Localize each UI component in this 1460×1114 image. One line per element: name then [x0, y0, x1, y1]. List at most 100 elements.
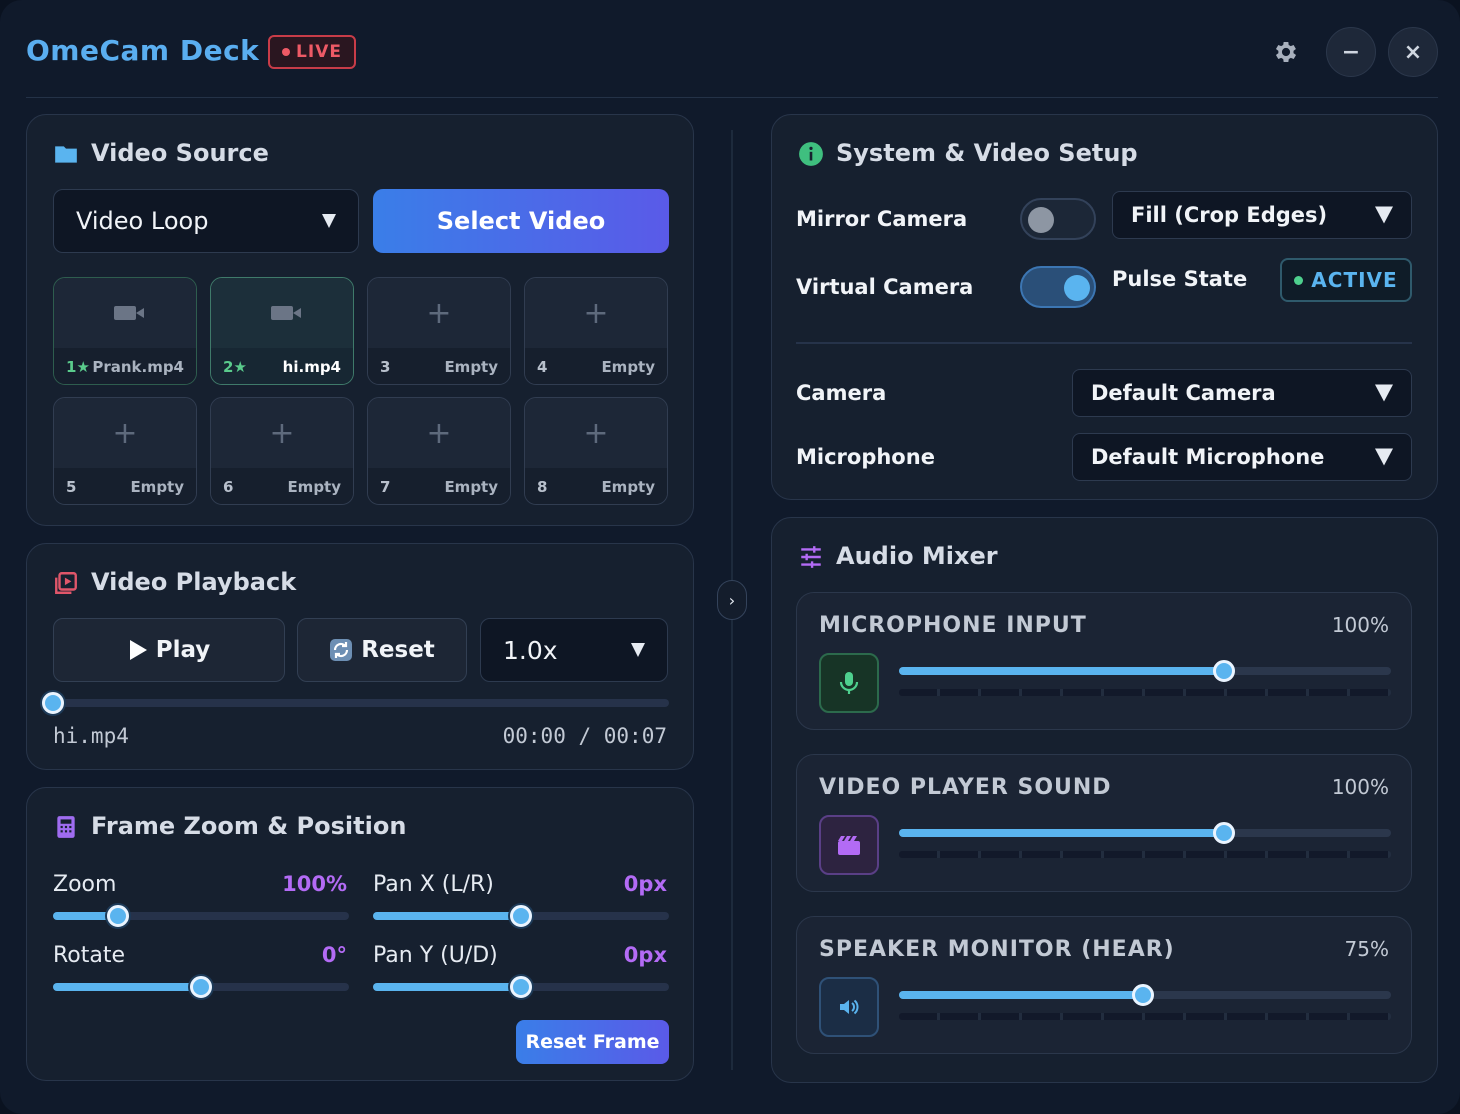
minimize-button[interactable]: −	[1326, 27, 1376, 77]
slot-footer: 8 Empty	[525, 468, 667, 504]
rotate-slider[interactable]	[53, 976, 349, 998]
channel-volume-fill	[899, 667, 1224, 675]
slot-footer: 5 Empty	[54, 468, 196, 504]
toggle-knob	[1064, 275, 1090, 301]
microphone-select[interactable]: Default Microphone	[1072, 433, 1412, 481]
microphone-icon[interactable]	[819, 653, 879, 713]
speaker-icon[interactable]	[819, 977, 879, 1037]
plus-icon: +	[269, 415, 295, 451]
rotate-slider-knob[interactable]	[190, 976, 212, 998]
slot-filename: Empty	[444, 478, 498, 496]
channel-volume-knob[interactable]	[1212, 822, 1235, 844]
speed-select[interactable]: 1.0x	[480, 618, 668, 682]
slot-filename: Empty	[444, 358, 498, 376]
plus-icon: +	[583, 415, 609, 451]
chevron-right-icon: ›	[728, 590, 736, 610]
pan-y-value: 0px	[623, 943, 667, 967]
fit-mode-value: Fill (Crop Edges)	[1131, 203, 1328, 227]
collapse-panel-button[interactable]: ›	[717, 580, 747, 620]
slot-footer: 3 Empty	[368, 348, 510, 384]
zoom-slider[interactable]	[53, 905, 349, 927]
pan-x-slider-knob[interactable]	[510, 905, 532, 927]
chevron-down-icon	[1375, 206, 1393, 224]
slot-number-text: 8	[537, 478, 548, 496]
zoom-slider-knob[interactable]	[107, 905, 130, 927]
virtual-camera-toggle[interactable]	[1020, 266, 1096, 308]
live-badge: LIVE	[268, 35, 356, 69]
slot-preview: +	[368, 398, 510, 468]
reset-frame-button[interactable]: Reset Frame	[516, 1020, 669, 1064]
info-icon	[799, 142, 823, 166]
mirror-camera-toggle[interactable]	[1020, 198, 1096, 240]
close-button[interactable]: ×	[1388, 27, 1438, 77]
play-button[interactable]: Play	[53, 618, 285, 682]
channel-volume-slider[interactable]	[899, 660, 1391, 682]
pan-x-label: Pan X (L/R)	[373, 872, 494, 897]
slot-number: 2★	[223, 358, 247, 376]
live-badge-label: LIVE	[296, 42, 342, 62]
mixer-channel: VIDEO PLAYER SOUND 100%	[796, 754, 1412, 892]
pan-x-slider-fill	[373, 912, 521, 920]
star-icon: ★	[233, 358, 247, 376]
slot-preview: +	[525, 278, 667, 348]
pan-x-slider[interactable]	[373, 905, 669, 927]
current-filename: hi.mp4	[53, 724, 129, 748]
video-playback-panel: Video Playback Play Reset 1.0x hi.mp4 00…	[26, 543, 694, 770]
channel-volume-knob[interactable]	[1131, 984, 1154, 1006]
playback-progress-slider[interactable]	[42, 692, 669, 714]
status-dot-icon	[1294, 275, 1304, 285]
camera-select[interactable]: Default Camera	[1072, 369, 1412, 417]
progress-knob[interactable]	[42, 692, 64, 714]
reset-button[interactable]: Reset	[297, 618, 467, 682]
pulse-status-badge: ACTIVE	[1280, 258, 1412, 302]
channel-level-meter	[899, 689, 1391, 696]
channel-volume-knob[interactable]	[1212, 660, 1235, 682]
pan-y-slider-fill	[373, 983, 521, 991]
plus-icon: +	[426, 415, 452, 451]
channel-volume-fill	[899, 991, 1143, 999]
channel-volume-value: 75%	[1344, 937, 1389, 961]
fit-mode-select[interactable]: Fill (Crop Edges)	[1112, 191, 1412, 239]
slot-footer: 2★ hi.mp4	[211, 348, 353, 384]
select-video-button[interactable]: Select Video	[373, 189, 669, 253]
video-slot-2[interactable]: 2★ hi.mp4	[210, 277, 354, 385]
slot-number: 8	[537, 478, 547, 496]
channel-name: VIDEO PLAYER SOUND	[819, 775, 1112, 800]
gear-icon[interactable]	[1272, 38, 1300, 66]
mixer-channel: MICROPHONE INPUT 100%	[796, 592, 1412, 730]
slot-preview	[211, 278, 353, 348]
video-slot-3[interactable]: +3 Empty	[367, 277, 511, 385]
sliders-icon	[801, 546, 821, 568]
video-slot-5[interactable]: +5 Empty	[53, 397, 197, 505]
video-slot-7[interactable]: +7 Empty	[367, 397, 511, 505]
slot-number-text: 5	[66, 478, 77, 496]
header: OmeCam Deck LIVE − ×	[26, 0, 1438, 98]
camera-value: Default Camera	[1091, 381, 1276, 405]
channel-volume-slider[interactable]	[899, 822, 1391, 844]
minimize-icon: −	[1341, 39, 1361, 65]
channel-volume-slider[interactable]	[899, 984, 1391, 1006]
slot-number-text: 6	[223, 478, 234, 496]
source-mode-select[interactable]: Video Loop	[53, 189, 359, 253]
video-slot-6[interactable]: +6 Empty	[210, 397, 354, 505]
slot-number-text: 2	[223, 358, 234, 376]
rotate-label: Rotate	[53, 943, 126, 968]
slot-preview: +	[211, 398, 353, 468]
frame-zoom-title: Frame Zoom & Position	[91, 812, 407, 840]
video-slot-8[interactable]: +8 Empty	[524, 397, 668, 505]
microphone-label: Microphone	[796, 445, 935, 469]
pan-y-slider-knob[interactable]	[510, 976, 532, 998]
slot-footer: 6 Empty	[211, 468, 353, 504]
plus-icon: +	[112, 415, 138, 451]
pan-y-slider[interactable]	[373, 976, 669, 998]
video-slot-1[interactable]: 1★ Prank.mp4	[53, 277, 197, 385]
video-camera-icon	[114, 306, 144, 320]
slot-filename: Prank.mp4	[92, 358, 184, 376]
clapperboard-icon[interactable]	[819, 815, 879, 875]
slot-filename: Empty	[130, 478, 184, 496]
slot-preview	[54, 278, 196, 348]
video-camera-icon	[271, 306, 301, 320]
divider	[796, 342, 1412, 344]
channel-name: SPEAKER MONITOR (HEAR)	[819, 937, 1175, 962]
video-slot-4[interactable]: +4 Empty	[524, 277, 668, 385]
